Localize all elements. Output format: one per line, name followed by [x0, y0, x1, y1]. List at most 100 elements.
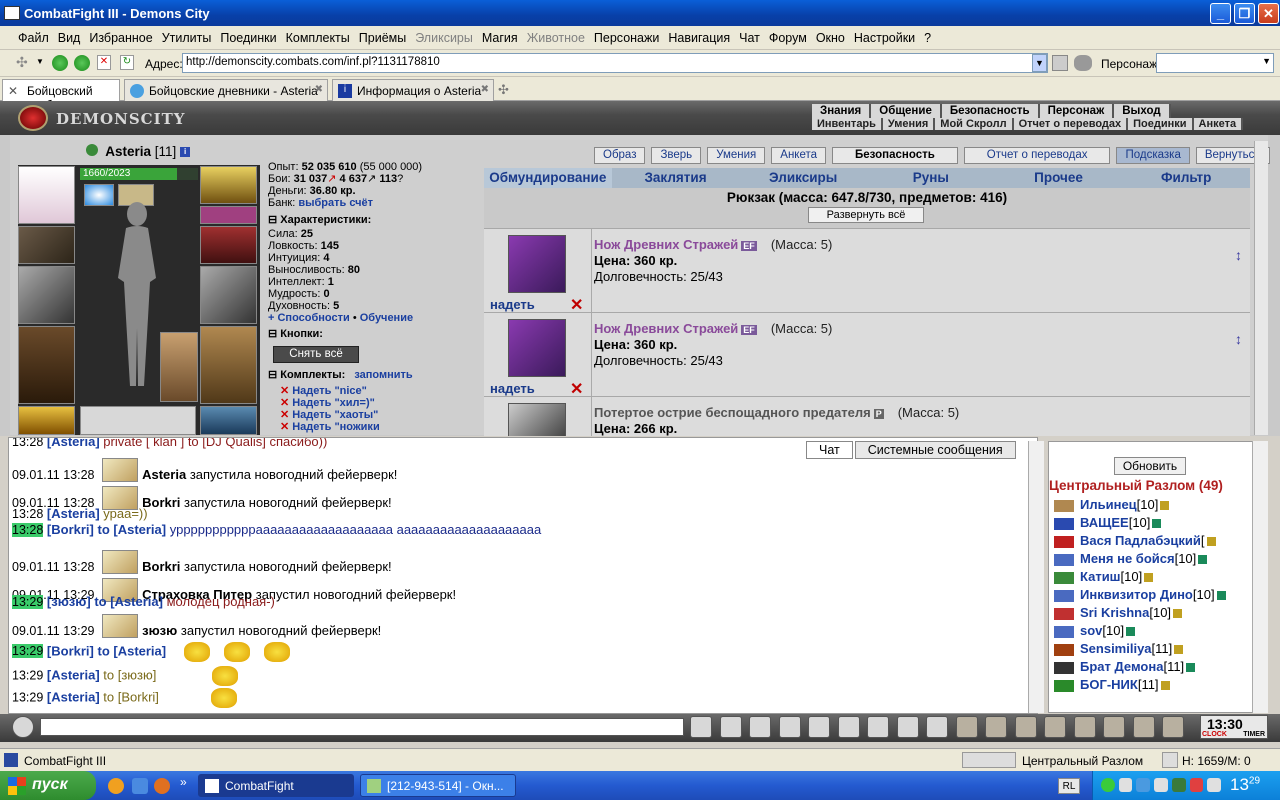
sets-header[interactable]: ⊟ Комплекты: запомнить	[268, 369, 413, 381]
profile-button[interactable]: Отчет о переводах	[963, 147, 1111, 164]
online-user[interactable]: Брат Демона[11]	[1054, 659, 1196, 674]
user-name[interactable]: Вася Падлабэцкий	[1080, 533, 1201, 548]
set-link[interactable]: Надеть "хаоты"	[292, 409, 378, 421]
move-arrows-icon[interactable]: ↕	[1235, 247, 1242, 263]
unequip-all-button[interactable]: Снять всё	[273, 346, 359, 363]
new-tab-icon[interactable]: ✣	[498, 82, 509, 98]
profile-button[interactable]: Образ	[594, 147, 646, 164]
top-submenu-item[interactable]: Поединки	[1128, 118, 1194, 130]
armor-slot[interactable]	[18, 326, 75, 404]
save-icon[interactable]	[778, 716, 801, 738]
top-submenu-item[interactable]: Мой Скролл	[935, 118, 1014, 130]
menu-item[interactable]: Окно	[816, 31, 845, 45]
sound-icon[interactable]	[867, 716, 889, 738]
user-name[interactable]: Ильинец	[1080, 497, 1137, 512]
menu-item[interactable]: Приёмы	[359, 31, 406, 45]
profile-button[interactable]: Анкета	[771, 147, 827, 164]
chair-icon[interactable]	[1103, 716, 1125, 738]
profile-button[interactable]: Безопасность	[832, 147, 958, 164]
legs-slot[interactable]	[200, 326, 257, 404]
chat-nick[interactable]: Borkri	[142, 559, 180, 574]
online-user[interactable]: sov[10]	[1054, 623, 1136, 638]
chat-tab[interactable]: Системные сообщения	[854, 441, 1016, 459]
top-submenu-item[interactable]: Отчет о переводах	[1013, 118, 1129, 130]
gloves-slot[interactable]	[200, 226, 257, 264]
belt-slot[interactable]	[18, 406, 75, 435]
chat-recipient[interactable]: to [зюзю]	[103, 667, 156, 682]
top-menu-item[interactable]: Безопасность	[941, 104, 1040, 118]
training-link[interactable]: Обучение	[360, 312, 413, 324]
knife-icon[interactable]	[955, 716, 978, 738]
exit-icon[interactable]	[1162, 716, 1184, 738]
inventory-scrollbar[interactable]	[1254, 141, 1268, 435]
amulet-slot[interactable]	[200, 166, 257, 204]
top-submenu-item[interactable]: Инвентарь	[812, 118, 883, 130]
chat-nick[interactable]: зюзю	[142, 623, 177, 638]
chat-nick[interactable]: [Asteria]	[47, 689, 100, 704]
icq-icon[interactable]	[1101, 778, 1115, 792]
chat-scrollbar[interactable]	[1028, 441, 1044, 713]
menu-item[interactable]: Утилиты	[162, 31, 212, 45]
online-user[interactable]: Ильинец[10]	[1054, 497, 1170, 512]
flag-icon[interactable]	[1132, 716, 1155, 738]
set-link[interactable]: Надеть "хил=)"	[292, 397, 375, 409]
tab-combat-club[interactable]: ✕ Бойцовский клуб	[2, 79, 120, 112]
inventory-tab[interactable]: Руны	[867, 168, 995, 188]
top-submenu-item[interactable]: Умения	[882, 118, 936, 130]
refresh-button[interactable]: Обновить	[1114, 457, 1186, 475]
chat-nick[interactable]: Borkri	[142, 495, 180, 510]
set-link[interactable]: Надеть "nice"	[292, 385, 367, 397]
bank-link[interactable]: выбрать счёт	[298, 197, 373, 209]
maximize-button[interactable]: ❐	[1234, 3, 1255, 24]
send-icon[interactable]	[690, 716, 712, 738]
tab-diaries[interactable]: Бойцовские дневники - Asteria ✖	[124, 79, 328, 101]
minimize-button[interactable]: _	[1210, 3, 1231, 24]
chat-recipient[interactable]: to [Borkri]	[103, 689, 159, 704]
profile-button[interactable]: Зверь	[651, 147, 702, 164]
inventory-tab[interactable]: Фильтр	[1122, 168, 1250, 188]
remember-link[interactable]: запомнить	[354, 369, 412, 381]
forward-icon[interactable]	[74, 55, 90, 71]
user-name[interactable]: Sri Krishna	[1080, 605, 1149, 620]
chat-tab[interactable]: Чат	[806, 441, 853, 459]
tray-icon[interactable]	[1118, 778, 1133, 792]
bag-icon[interactable]	[1073, 716, 1096, 738]
profile-button[interactable]: Умения	[707, 147, 766, 164]
online-user[interactable]: Sri Krishna[10]	[1054, 605, 1183, 620]
top-menu-item[interactable]: Персонаж	[1039, 104, 1115, 118]
chat-nick[interactable]: [Asteria]	[47, 438, 100, 449]
menu-item[interactable]: Комплекты	[286, 31, 350, 45]
chat-nick[interactable]: [Borkri]	[47, 643, 94, 658]
inventory-tab[interactable]: Эликсиры	[739, 168, 867, 188]
wear-link[interactable]: надеть	[490, 381, 535, 396]
set-remove-icon[interactable]: ✕	[280, 421, 289, 433]
smiley-icon[interactable]	[896, 716, 919, 738]
user-name[interactable]: Меня не бойся	[1080, 551, 1175, 566]
quicklaunch-icon[interactable]	[108, 778, 124, 794]
tab-info[interactable]: i Информация о Asteria ✖	[332, 79, 494, 101]
expand-all-button[interactable]: Развернуть всё	[808, 207, 924, 223]
user-name[interactable]: Sensimiliya	[1080, 641, 1152, 656]
inventory-tab[interactable]: Заклятия	[612, 168, 740, 188]
refresh-icon[interactable]: ↻	[120, 55, 134, 70]
blade-icon[interactable]	[508, 403, 566, 436]
menu-item[interactable]: Персонажи	[594, 31, 659, 45]
chat-recipient[interactable]: to [Asteria]	[94, 594, 163, 609]
menu-item[interactable]: Форум	[769, 31, 807, 45]
online-user[interactable]: БОГ-НИК[11]	[1054, 677, 1170, 692]
chat-nick[interactable]: Asteria	[142, 467, 186, 482]
user-name[interactable]: sov	[1080, 623, 1102, 638]
user-info-icon[interactable]	[1173, 609, 1183, 619]
user-name[interactable]: Инквизитор Дино	[1080, 587, 1193, 602]
chat-recipient[interactable]: to [Asteria]	[97, 522, 166, 537]
user-info-icon[interactable]	[1206, 537, 1216, 547]
dagger-icon[interactable]	[508, 235, 566, 293]
more-icon[interactable]: »	[180, 775, 187, 789]
menu-item[interactable]: Поединки	[220, 31, 276, 45]
user-name[interactable]: Брат Демона	[1080, 659, 1163, 674]
status-icons[interactable]	[962, 752, 1016, 768]
task-combatfight[interactable]: CombatFight	[198, 774, 354, 797]
menu-item[interactable]: Настройки	[854, 31, 915, 45]
task-chat-window[interactable]: [212-943-514] - Окн...	[360, 774, 516, 797]
characteristics-header[interactable]: ⊟ Характеристики:	[268, 214, 422, 226]
